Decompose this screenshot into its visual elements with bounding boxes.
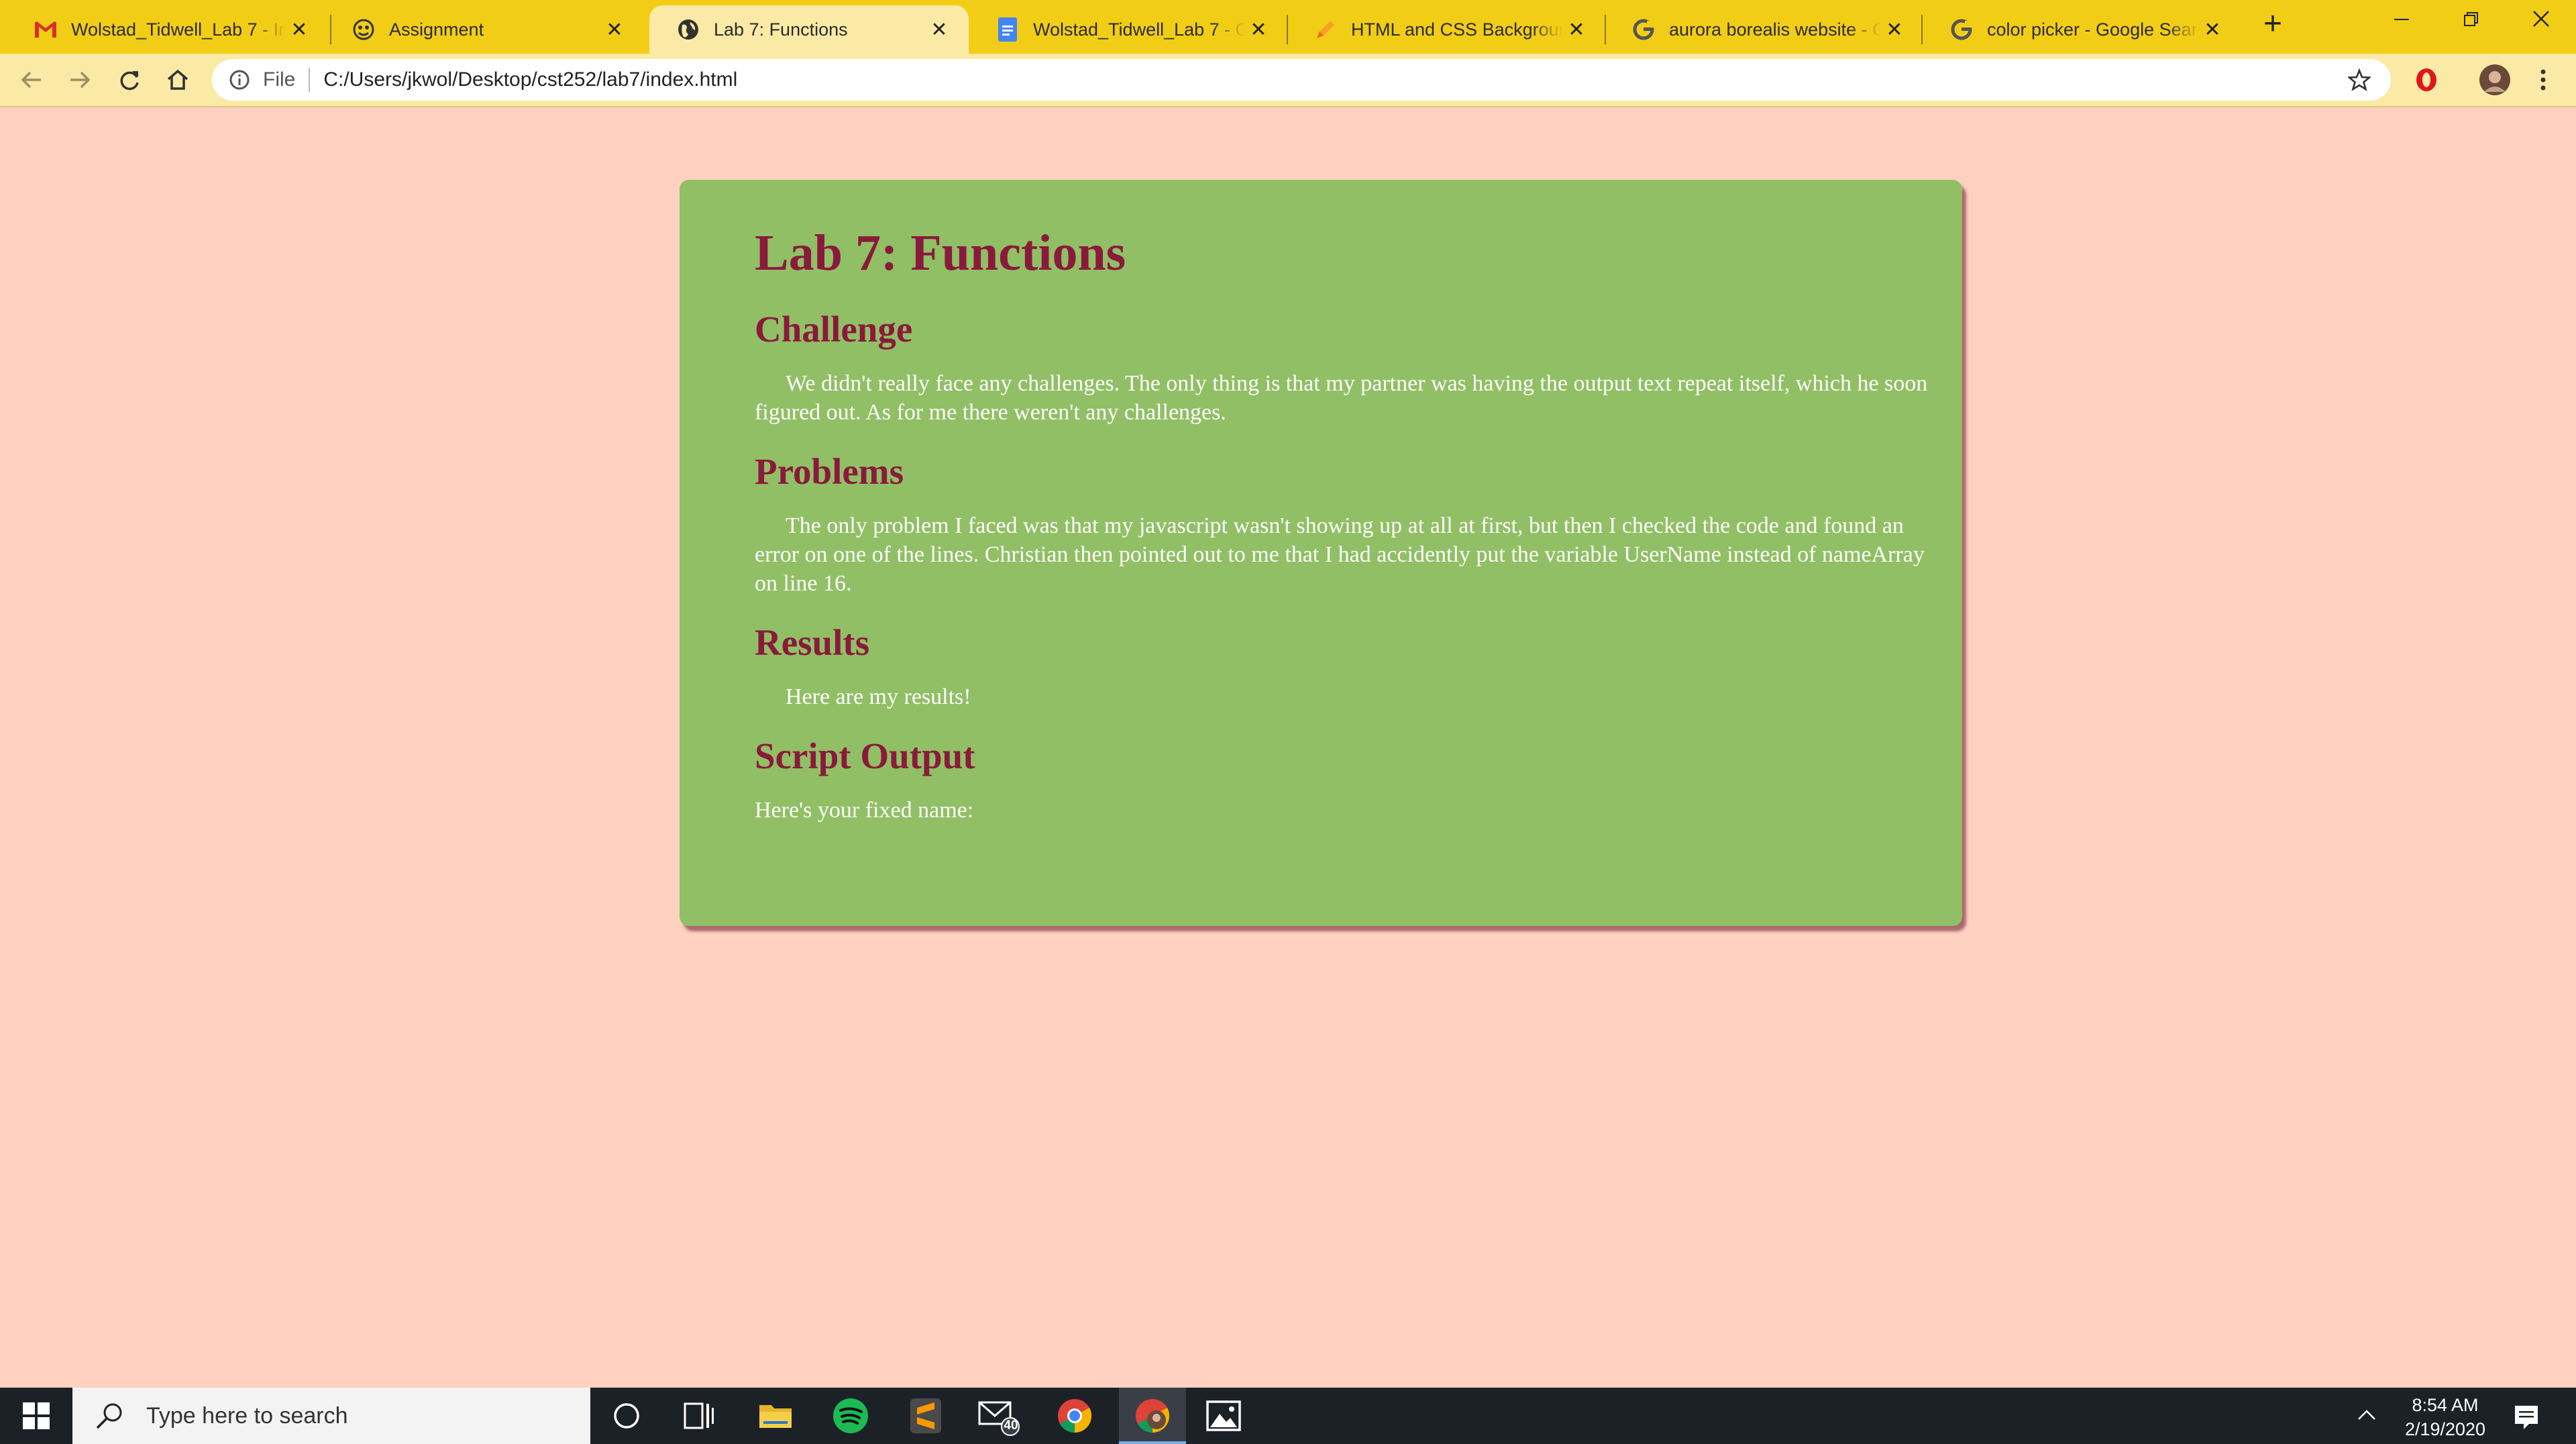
tab-title: color picker - Google Search — [1987, 19, 2199, 40]
avatar — [2479, 64, 2510, 95]
globe-icon — [676, 17, 700, 42]
clock-date: 2/19/2020 — [2404, 1419, 2486, 1439]
section-text-challenge: We didn't really face any challenges. Th… — [755, 371, 1928, 425]
tab-title: Assignment — [389, 19, 484, 40]
forward-button[interactable] — [62, 62, 98, 98]
minimize-icon — [2394, 19, 2409, 20]
restore-button[interactable] — [2438, 0, 2505, 44]
folder-icon — [759, 1405, 792, 1428]
content-card: Lab 7: Functions Challenge We didn't rea… — [680, 180, 1962, 926]
close-window-button[interactable] — [2508, 0, 2575, 44]
url-text[interactable]: C:/Users/jkwol/Desktop/cst252/lab7/index… — [323, 68, 737, 91]
tab-title: Wolstad_Tidwell_Lab 7 - Inbox — [71, 19, 286, 40]
tab-title: aurora borealis website - Google Search — [1669, 19, 1881, 40]
tab-lab7-functions[interactable]: Lab 7: Functions ✕ — [649, 5, 969, 54]
profile-avatar-button[interactable] — [2477, 62, 2513, 98]
google-icon — [1631, 17, 1656, 42]
assignment-icon — [352, 17, 376, 42]
gmail-icon — [34, 17, 58, 42]
close-icon[interactable]: ✕ — [601, 18, 628, 42]
close-icon[interactable]: ✕ — [1245, 18, 1272, 42]
clock-time: 8:54 AM — [2412, 1395, 2479, 1415]
tab-color-picker-search[interactable]: color picker - Google Search ✕ — [1923, 5, 2242, 54]
home-button[interactable] — [160, 62, 196, 98]
section-text-results: Here are my results! — [786, 684, 971, 709]
mail-badge: 40 — [1004, 1419, 1018, 1433]
close-icon[interactable]: ✕ — [926, 18, 953, 42]
close-icon[interactable]: ✕ — [286, 18, 313, 42]
cortana-icon — [614, 1403, 639, 1429]
minimize-button[interactable] — [2368, 0, 2435, 44]
new-tab-button[interactable]: + — [2257, 8, 2289, 42]
mail-button[interactable]: 40 — [977, 1394, 1020, 1437]
back-arrow-icon — [21, 71, 41, 89]
sublime-text-icon — [910, 1398, 941, 1433]
forward-arrow-icon — [70, 71, 91, 89]
reload-icon — [120, 71, 139, 91]
page-title: Lab 7: Functions — [755, 225, 1126, 281]
url-scheme-label: File — [263, 68, 296, 91]
close-icon[interactable]: ✕ — [1563, 18, 1590, 42]
script-output-text: Here's your fixed name: — [755, 798, 974, 823]
menu-button[interactable] — [2525, 62, 2561, 98]
pencil-icon — [1313, 17, 1338, 42]
tab-aurora-search[interactable]: aurora borealis website - Google Search … — [1605, 5, 1924, 54]
browser-tab-strip: Wolstad_Tidwell_Lab 7 - Inbox ✕ Assignme… — [0, 0, 2576, 54]
task-view-icon — [684, 1402, 714, 1429]
photos-icon — [1206, 1400, 1241, 1431]
home-icon — [167, 69, 189, 90]
cortana-button[interactable] — [605, 1394, 648, 1437]
opera-extension-button[interactable] — [2408, 62, 2445, 98]
chrome-icon — [1058, 1399, 1092, 1433]
search-placeholder: Type here to search — [146, 1402, 348, 1429]
notification-icon — [2515, 1406, 2538, 1429]
taskbar-search-box[interactable]: Type here to search — [72, 1388, 590, 1444]
section-heading-results: Results — [755, 622, 870, 663]
show-hidden-icons-button[interactable] — [2353, 1401, 2380, 1428]
tab-title: Wolstad_Tidwell_Lab 7 - Google Docs — [1033, 19, 1245, 40]
start-button[interactable] — [0, 1388, 72, 1444]
section-heading-script-output: Script Output — [755, 735, 975, 776]
google-icon — [1949, 17, 1974, 42]
tab-html-css-background[interactable]: HTML and CSS Background ✕ — [1287, 5, 1606, 54]
windows-taskbar: Type here to search 40 8:54 AM 2/19/2020 — [0, 1388, 2576, 1444]
reload-button[interactable] — [111, 62, 148, 98]
restore-icon — [2464, 12, 2478, 26]
chrome-profile-icon — [1136, 1399, 1170, 1433]
file-explorer-button[interactable] — [754, 1394, 797, 1437]
tab-gmail[interactable]: Wolstad_Tidwell_Lab 7 - Inbox ✕ — [7, 5, 329, 54]
task-view-button[interactable] — [678, 1394, 720, 1437]
close-icon[interactable]: ✕ — [1881, 18, 1908, 42]
tab-assignment[interactable]: Assignment ✕ — [325, 5, 644, 54]
spotify-button[interactable] — [829, 1394, 872, 1437]
spotify-icon — [833, 1398, 868, 1433]
kebab-menu-icon — [2540, 69, 2546, 91]
section-heading-problems: Problems — [755, 451, 904, 492]
search-icon — [93, 1399, 126, 1433]
chevron-up-icon — [2358, 1410, 2375, 1420]
info-icon[interactable] — [228, 68, 251, 91]
address-bar[interactable]: File C:/Users/jkwol/Desktop/cst252/lab7/… — [212, 59, 2391, 101]
bookmark-star-icon[interactable] — [2347, 67, 2372, 93]
close-window-icon — [2533, 11, 2549, 27]
tab-title: Lab 7: Functions — [714, 19, 848, 40]
sublime-text-button[interactable] — [904, 1394, 947, 1437]
section-heading-challenge: Challenge — [755, 309, 913, 350]
back-button[interactable] — [13, 62, 50, 98]
tab-title: HTML and CSS Background — [1351, 19, 1563, 40]
browser-toolbar: File C:/Users/jkwol/Desktop/cst252/lab7/… — [0, 54, 2576, 107]
active-indicator — [1119, 1441, 1186, 1444]
chrome-profile-button[interactable] — [1119, 1388, 1186, 1444]
photos-button[interactable] — [1202, 1394, 1245, 1437]
docs-icon — [996, 17, 1020, 42]
close-icon[interactable]: ✕ — [2199, 18, 2226, 42]
opera-icon — [2416, 68, 2436, 91]
tab-google-docs[interactable]: Wolstad_Tidwell_Lab 7 - Google Docs ✕ — [969, 5, 1288, 54]
action-center-button[interactable] — [2508, 1398, 2545, 1436]
system-clock[interactable]: 8:54 AM 2/19/2020 — [2388, 1393, 2502, 1441]
address-divider — [309, 68, 311, 92]
section-text-problems: The only problem I faced was that my jav… — [755, 513, 1925, 596]
chrome-button[interactable] — [1053, 1394, 1096, 1437]
windows-logo-icon — [23, 1402, 50, 1429]
